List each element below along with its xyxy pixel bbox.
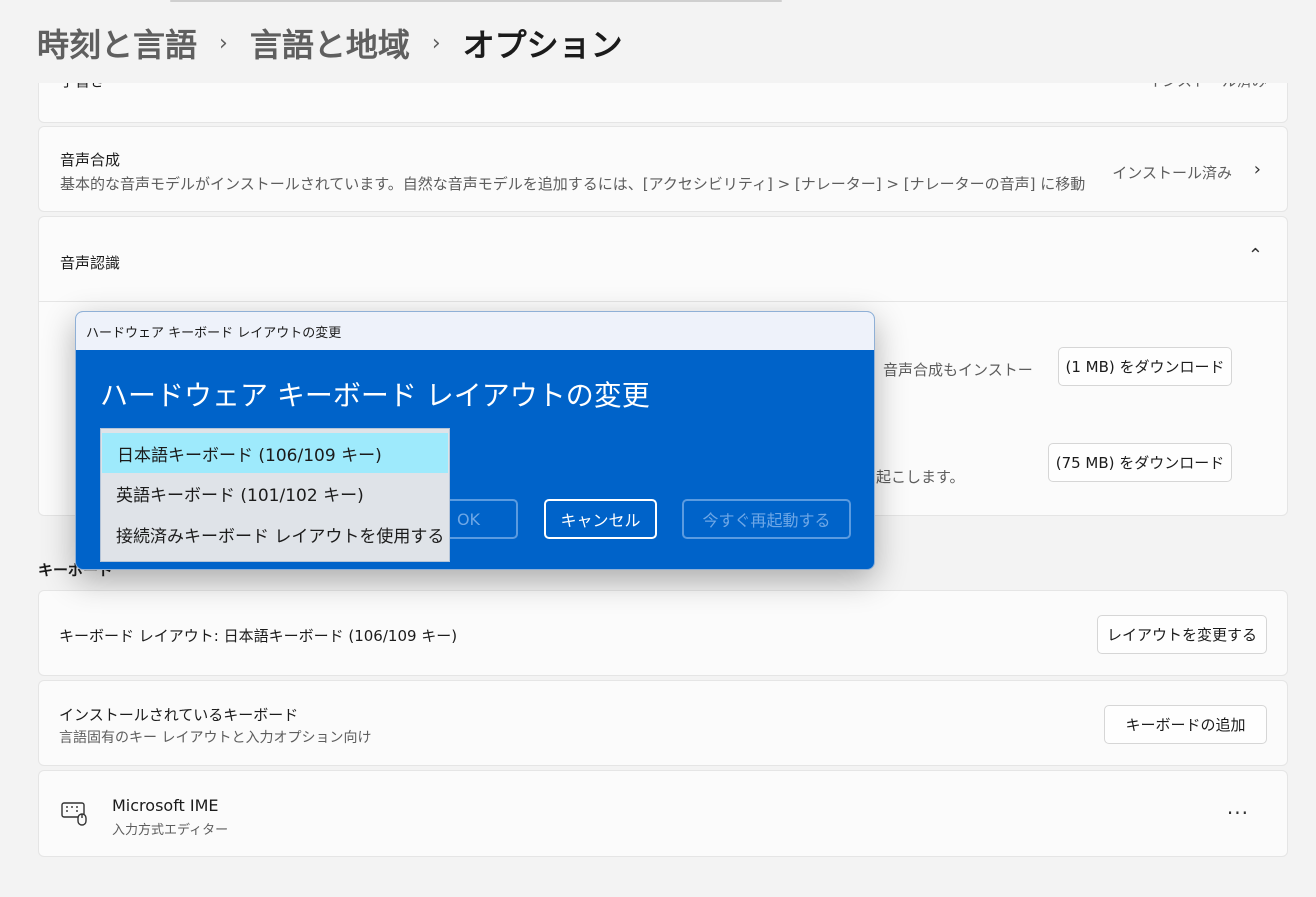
speech-recognition-row2-text: 起こします。	[876, 468, 965, 486]
installed-keyboards-subtitle: 言語固有のキー レイアウトと入力オプション向け	[59, 730, 372, 746]
speech-recognition-header[interactable]: 音声認識 ⌃	[39, 217, 1287, 302]
cancel-button[interactable]: キャンセル	[544, 499, 657, 539]
speech-synthesis-card[interactable]: 音声合成 基本的な音声モデルがインストールされています。自然な音声モデルを追加す…	[38, 126, 1288, 212]
keyboard-layout-dropdown[interactable]: 日本語キーボード (106/109 キー) 英語キーボード (101/102 キ…	[100, 428, 450, 562]
dropdown-option-connected[interactable]: 接続済みキーボード レイアウトを使用する	[101, 514, 449, 555]
microsoft-ime-card[interactable]: Microsoft IME 入力方式エディター ···	[38, 770, 1288, 857]
add-keyboard-button[interactable]: キーボードの追加	[1104, 705, 1267, 744]
dialog-titlebar[interactable]: ハードウェア キーボード レイアウトの変更	[76, 312, 874, 350]
download-1mb-button[interactable]: (1 MB) をダウンロード	[1058, 347, 1232, 386]
speech-synthesis-status: インストール済み	[1112, 164, 1232, 182]
installed-keyboards-card: インストールされているキーボード 言語固有のキー レイアウトと入力オプション向け…	[38, 680, 1288, 766]
speech-synthesis-title: 音声合成	[60, 151, 121, 169]
chevron-up-icon[interactable]: ⌃	[1248, 245, 1263, 266]
download-75mb-button[interactable]: (75 MB) をダウンロード	[1048, 443, 1232, 482]
speech-recognition-title: 音声認識	[60, 254, 121, 272]
keyboard-layout-text: キーボード レイアウト: 日本語キーボード (106/109 キー)	[59, 627, 458, 645]
speech-recognition-row1-text: 音声合成もインストー	[883, 361, 1033, 379]
more-icon[interactable]: ···	[1227, 801, 1249, 825]
ime-name: Microsoft IME	[112, 796, 219, 815]
restart-now-button[interactable]: 今すぐ再起動する	[682, 499, 851, 539]
change-layout-button[interactable]: レイアウトを変更する	[1097, 615, 1267, 654]
speech-synthesis-description: 基本的な音声モデルがインストールされています。自然な音声モデルを追加するには、[…	[60, 175, 1086, 193]
keyboard-layout-card: キーボード レイアウト: 日本語キーボード (106/109 キー) レイアウト…	[38, 590, 1288, 676]
chevron-right-icon[interactable]: ›	[1254, 159, 1261, 180]
dropdown-option-english[interactable]: 英語キーボード (101/102 キー)	[101, 473, 449, 514]
keyboard-icon	[61, 801, 89, 831]
dialog-heading: ハードウェア キーボード レイアウトの変更	[100, 379, 650, 412]
ime-subtitle: 入力方式エディター	[112, 823, 229, 838]
installed-keyboards-title: インストールされているキーボード	[59, 706, 299, 724]
dropdown-option-japanese[interactable]: 日本語キーボード (106/109 キー)	[102, 433, 448, 473]
